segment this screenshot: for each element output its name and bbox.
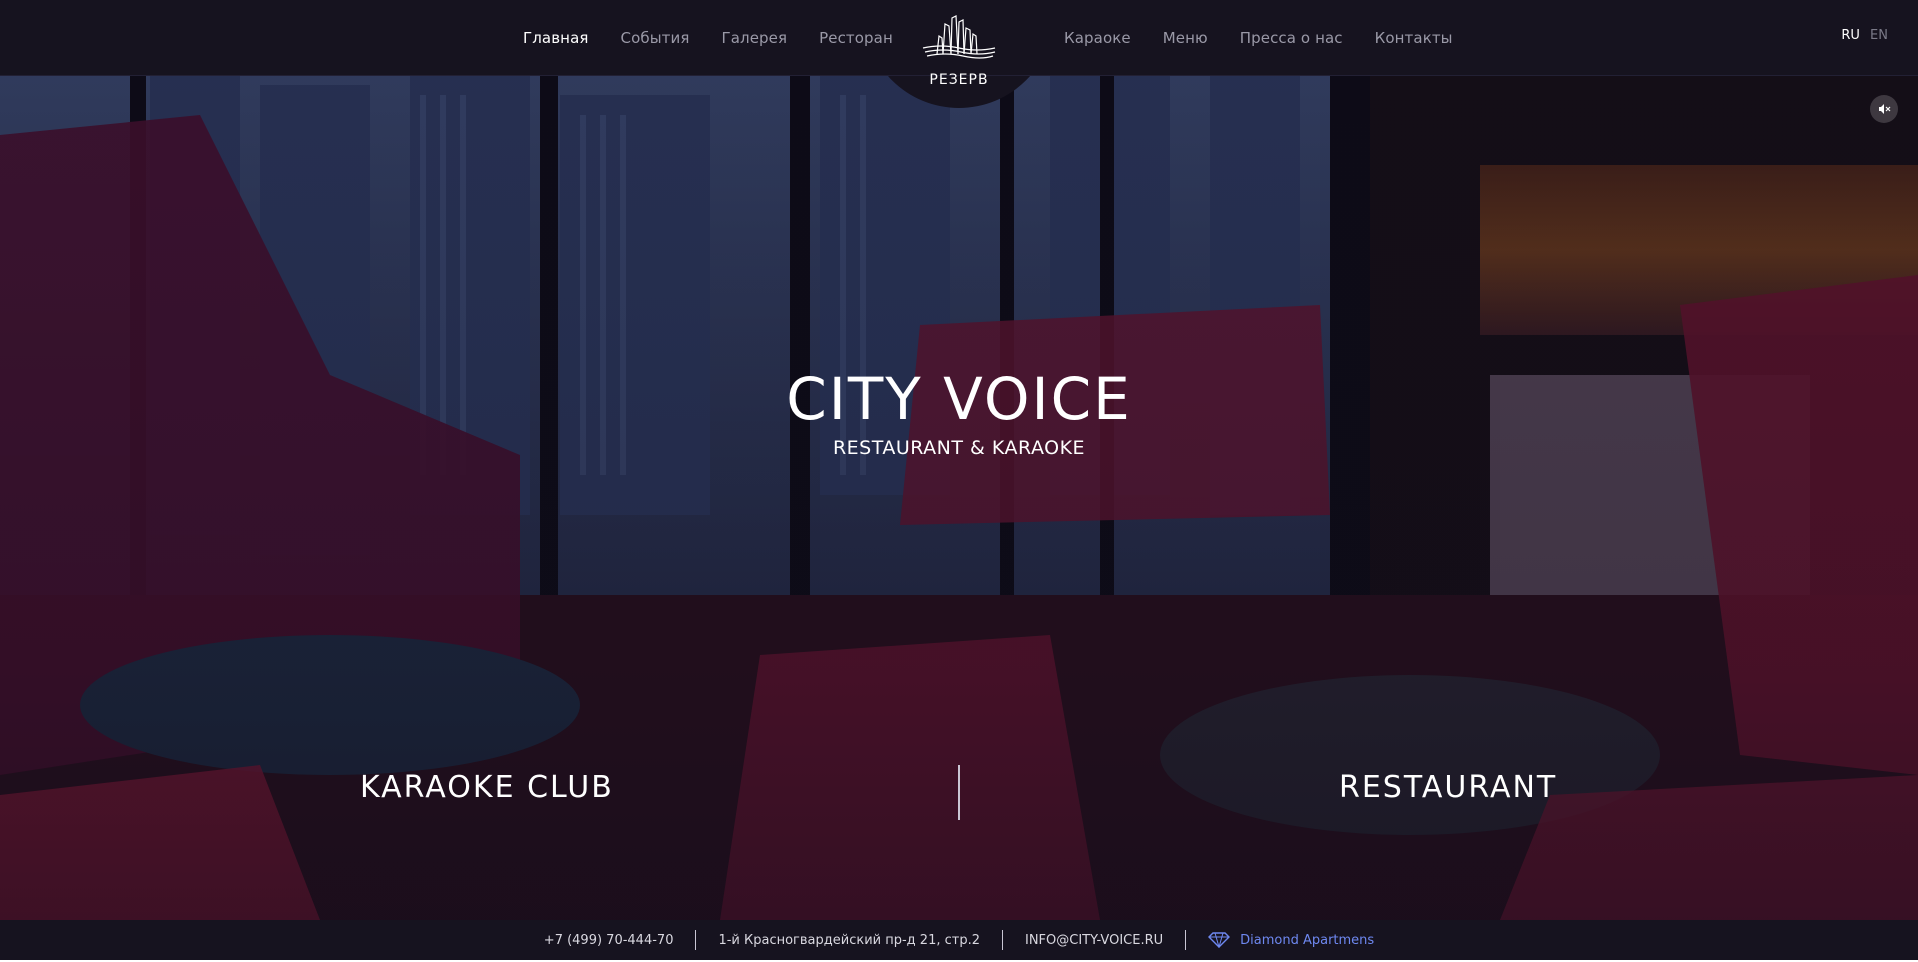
nav-item-events[interactable]: События bbox=[621, 29, 690, 47]
hero-title: CITY VOICE bbox=[786, 365, 1132, 433]
nav-item-press[interactable]: Пресса о нас bbox=[1240, 29, 1343, 47]
city-skyline-logo-icon[interactable] bbox=[921, 14, 997, 60]
footer-partner-label[interactable]: Diamond Apartmens bbox=[1240, 933, 1374, 948]
footer-phone[interactable]: +7 (499) 70-444-70 bbox=[522, 933, 696, 948]
mute-button[interactable] bbox=[1870, 95, 1898, 123]
diamond-icon bbox=[1208, 932, 1231, 948]
footer-address: 1-й Красногвардейский пр-д 21, стр.2 bbox=[718, 932, 980, 948]
restaurant-link[interactable]: RESTAURANT bbox=[1339, 770, 1557, 805]
nav-item-gallery[interactable]: Галерея bbox=[721, 29, 787, 47]
language-switcher: RU EN bbox=[1835, 28, 1888, 43]
nav-item-home[interactable]: Главная bbox=[523, 29, 589, 47]
page: Главная События Галерея Ресторан Караоке… bbox=[0, 0, 1918, 962]
footer-partner-link[interactable]: Diamond Apartmens bbox=[1186, 932, 1396, 948]
speaker-muted-icon bbox=[1879, 104, 1891, 114]
karaoke-club-link[interactable]: KARAOKE CLUB bbox=[360, 770, 614, 805]
section-divider bbox=[958, 765, 960, 820]
nav-left: Главная События Галерея Ресторан bbox=[523, 0, 925, 75]
lang-en[interactable]: EN bbox=[1870, 28, 1888, 43]
hero-section: CITY VOICE RESTAURANT & KARAOKE KARAOKE … bbox=[0, 75, 1918, 920]
footer-contact-bar: +7 (499) 70-444-70 1-й Красногвардейский… bbox=[0, 920, 1918, 960]
nav-item-karaoke[interactable]: Караоке bbox=[1064, 29, 1131, 47]
lang-ru[interactable]: RU bbox=[1841, 28, 1860, 43]
hero-subtitle: RESTAURANT & KARAOKE bbox=[832, 437, 1086, 459]
reserve-label[interactable]: РЕЗЕРВ bbox=[900, 72, 1018, 88]
footer-email[interactable]: INFO@CITY-VOICE.RU bbox=[1003, 933, 1185, 948]
nav-item-contacts[interactable]: Контакты bbox=[1375, 29, 1453, 47]
nav-item-restaurant[interactable]: Ресторан bbox=[819, 29, 893, 47]
nav-right: Караоке Меню Пресса о нас Контакты bbox=[1064, 0, 1485, 75]
nav-item-menu[interactable]: Меню bbox=[1163, 29, 1208, 47]
